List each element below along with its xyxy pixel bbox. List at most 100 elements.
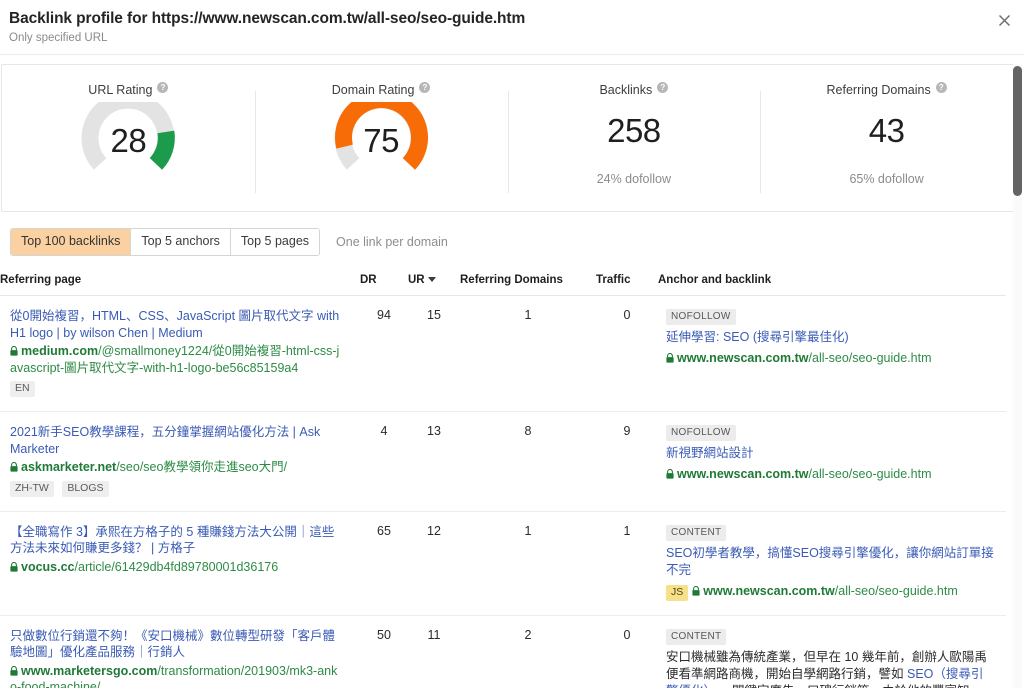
gauge-domain-rating: 75	[325, 102, 437, 188]
help-icon[interactable]: ?	[157, 82, 169, 93]
table-body: 從0開始複習，HTML、CSS、JavaScript 圖片取代文字 with H…	[0, 295, 1006, 688]
lock-icon	[666, 467, 674, 479]
referring-page-path: /seo/seo教學領你走進seo大門/	[116, 460, 288, 474]
target-domain: www.newscan.com.tw	[703, 583, 835, 598]
referring-domains-cell: 2	[460, 615, 596, 688]
referring-page-domain: askmarketer.net	[21, 460, 117, 474]
referring-page-badges: EN	[10, 380, 344, 397]
badge-lang: EN	[10, 381, 35, 397]
column-header-referring-page[interactable]: Referring page	[0, 270, 360, 296]
tab-top-100-backlinks[interactable]: Top 100 backlinks	[11, 229, 132, 255]
ur-cell: 12	[408, 511, 460, 616]
ur-cell: 13	[408, 411, 460, 512]
referring-page-domain: medium.com	[21, 344, 99, 358]
target-url[interactable]: JS www.newscan.com.tw/all-seo/seo-guide.h…	[666, 583, 994, 601]
referring-page-cell: 從0開始複習，HTML、CSS、JavaScript 圖片取代文字 with H…	[0, 295, 360, 412]
column-header-ur[interactable]: UR	[408, 270, 460, 296]
gauge-url-rating: 28	[72, 102, 184, 188]
referring-page-cell: 2021新手SEO教學課程，五分鐘掌握網站優化方法 | Ask Marketer…	[0, 411, 360, 512]
table-row: 只做數位行銷還不夠！《安口機械》數位轉型研發「客戶體驗地圖」優化產品服務｜行銷人…	[0, 615, 1006, 688]
column-header-dr[interactable]: DR	[360, 270, 408, 296]
one-link-per-domain-toggle[interactable]: One link per domain	[336, 235, 448, 249]
tab-top-5-pages[interactable]: Top 5 pages	[230, 229, 320, 255]
close-icon[interactable]	[993, 9, 1015, 31]
ur-cell: 15	[408, 295, 460, 412]
metric-domain-rating: Domain Rating ? 75	[254, 65, 508, 211]
metric-label-text: URL Rating	[88, 83, 153, 97]
backlinks-table: Referring page DR UR Referring Domains T…	[0, 270, 1006, 688]
column-header-referring-domains[interactable]: Referring Domains	[460, 270, 596, 296]
referring-page-url[interactable]: askmarketer.net/seo/seo教學領你走進seo大門/	[10, 459, 344, 476]
tab-top-5-anchors[interactable]: Top 5 anchors	[131, 229, 231, 255]
metric-label: URL Rating ?	[88, 82, 169, 98]
scrollbar-thumb[interactable]	[1013, 66, 1022, 196]
metric-label-text: Domain Rating	[331, 83, 415, 97]
column-header-traffic[interactable]: Traffic	[596, 270, 658, 296]
traffic-cell: 0	[596, 295, 658, 412]
referring-page-title[interactable]: 只做數位行銷還不夠！《安口機械》數位轉型研發「客戶體驗地圖」優化產品服務｜行銷人	[10, 628, 344, 661]
referring-page-url[interactable]: www.marketersgo.com/transformation/20190…	[10, 663, 344, 688]
help-icon[interactable]: ?	[657, 82, 669, 93]
target-url[interactable]: www.newscan.com.tw/all-seo/seo-guide.htm	[666, 466, 994, 482]
column-header-ur-label: UR	[408, 274, 425, 286]
target-path: /all-seo/seo-guide.htm	[834, 583, 958, 598]
referring-page-domain: vocus.cc	[21, 559, 75, 574]
tab-group: Top 100 backlinks Top 5 anchors Top 5 pa…	[10, 228, 321, 256]
metric-value: 258	[607, 112, 661, 149]
target-path: /all-seo/seo-guide.htm	[808, 351, 932, 365]
metric-value: 28	[110, 122, 147, 159]
metric-label-text: Backlinks	[599, 83, 653, 97]
lock-icon	[10, 664, 18, 676]
referring-page-title[interactable]: 【全職寫作 3】承熙在方格子的 5 種賺錢方法大公開｜這些方法未來如何賺更多錢？…	[10, 524, 344, 557]
referring-page-cell: 【全職寫作 3】承熙在方格子的 5 種賺錢方法大公開｜這些方法未來如何賺更多錢？…	[0, 511, 360, 616]
view-tabs: Top 100 backlinks Top 5 anchors Top 5 pa…	[0, 212, 1024, 270]
metric-url-rating: URL Rating ? 28	[2, 65, 255, 211]
link-type-badge: NOFOLLOW	[666, 309, 736, 325]
referring-page-badges: ZH-TW BLOGS	[10, 480, 344, 497]
anchor-and-backlink-cell: NOFOLLOW 新視野網站設計 www.newscan.com.tw/all-…	[658, 411, 1006, 512]
target-domain: www.newscan.com.tw	[677, 467, 809, 481]
anchor-and-backlink-cell: NOFOLLOW 延伸學習: SEO (搜尋引擎最佳化) www.newscan…	[658, 295, 1006, 412]
target-url[interactable]: www.newscan.com.tw/all-seo/seo-guide.htm	[666, 350, 994, 366]
lock-icon	[692, 584, 700, 596]
traffic-cell: 0	[596, 615, 658, 688]
referring-page-url[interactable]: vocus.cc/article/61429db4fd89780001d3617…	[10, 559, 344, 576]
referring-domains-cell: 1	[460, 295, 596, 412]
anchor-text[interactable]: 延伸學習: SEO (搜尋引擎最佳化)	[666, 329, 994, 346]
sort-descending-icon	[427, 277, 436, 282]
table-header-row: Referring page DR UR Referring Domains T…	[0, 270, 1006, 296]
anchor-and-backlink-cell: CONTENT 安口機械雖為傳統產業，但早在 10 幾年前，創辦人歐陽禹便看準網…	[658, 615, 1006, 688]
ur-cell: 11	[408, 615, 460, 688]
metrics-summary: URL Rating ? 28 Domain Rating ? 75 Backl…	[1, 64, 1014, 212]
page-title: Backlink profile for https://www.newscan…	[9, 10, 526, 27]
help-icon[interactable]: ?	[419, 82, 431, 93]
anchor-text[interactable]: 新視野網站設計	[666, 445, 994, 462]
referring-page-url[interactable]: medium.com/@smallmoney1224/從0開始複習-html-c…	[10, 343, 344, 376]
badge-category: BLOGS	[62, 480, 109, 497]
table-row: 【全職寫作 3】承熙在方格子的 5 種賺錢方法大公開｜這些方法未來如何賺更多錢？…	[0, 511, 1006, 616]
lock-icon	[666, 351, 674, 363]
dr-cell: 4	[360, 411, 408, 512]
dr-cell: 94	[360, 295, 408, 412]
link-type-badge: CONTENT	[666, 524, 727, 541]
anchor-and-backlink-cell: CONTENT SEO初學者教學，搞懂SEO搜尋引擎優化，讓你網站訂單接不完 J…	[658, 511, 1006, 616]
lock-icon	[10, 344, 18, 356]
dr-cell: 50	[360, 615, 408, 688]
dr-cell: 65	[360, 511, 408, 616]
metric-label-text: Referring Domains	[826, 83, 931, 97]
anchor-text[interactable]: SEO初學者教學，搞懂SEO搜尋引擎優化，讓你網站訂單接不完	[666, 545, 994, 579]
table-row: 從0開始複習，HTML、CSS、JavaScript 圖片取代文字 with H…	[0, 295, 1006, 412]
help-icon[interactable]: ?	[935, 82, 947, 93]
lock-icon	[10, 460, 18, 472]
referring-page-path: /article/61429db4fd89780001d36176	[74, 559, 279, 574]
backlink-profile-panel: Backlink profile for https://www.newscan…	[0, 0, 1024, 688]
referring-page-title[interactable]: 從0開始複習，HTML、CSS、JavaScript 圖片取代文字 with H…	[10, 308, 344, 341]
referring-page-domain: www.marketersgo.com	[21, 663, 158, 678]
metric-label: Domain Rating ?	[331, 82, 431, 98]
referring-domains-cell: 8	[460, 411, 596, 512]
traffic-cell: 1	[596, 511, 658, 616]
badge-js: JS	[666, 584, 689, 601]
metric-label: Referring Domains ?	[826, 82, 947, 98]
traffic-cell: 9	[596, 411, 658, 512]
referring-page-title[interactable]: 2021新手SEO教學課程，五分鐘掌握網站優化方法 | Ask Marketer	[10, 424, 344, 457]
